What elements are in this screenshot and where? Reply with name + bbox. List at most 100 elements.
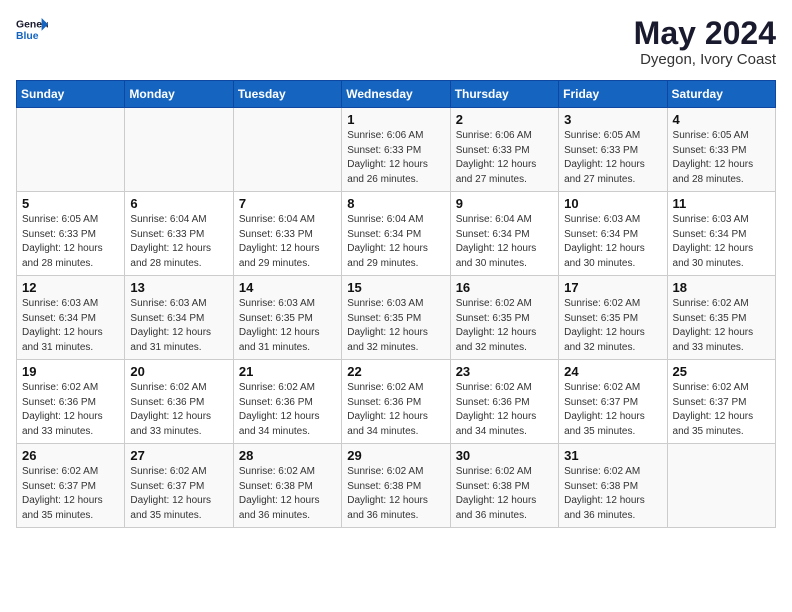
day-number: 26 [22, 448, 119, 463]
cell-info: Sunrise: 6:02 AMSunset: 6:38 PMDaylight:… [239, 465, 336, 523]
day-number: 7 [239, 196, 336, 211]
day-number: 21 [239, 364, 336, 379]
cell-info: Sunrise: 6:03 AMSunset: 6:34 PMDaylight:… [22, 297, 119, 355]
month-title: May 2024 [634, 16, 776, 51]
calendar-week-4: 19 Sunrise: 6:02 AMSunset: 6:36 PMDayligh… [17, 360, 776, 444]
cell-info: Sunrise: 6:02 AMSunset: 6:38 PMDaylight:… [564, 465, 661, 523]
calendar-cell: 18 Sunrise: 6:02 AMSunset: 6:35 PMDayligh… [667, 276, 775, 360]
calendar-cell: 8 Sunrise: 6:04 AMSunset: 6:34 PMDaylight… [342, 192, 450, 276]
calendar-cell: 17Sunrise: 6:02 AMSunset: 6:35 PMDayligh… [559, 276, 667, 360]
calendar-cell: 27 Sunrise: 6:02 AMSunset: 6:37 PMDayligh… [125, 444, 233, 528]
calendar-cell: 6 Sunrise: 6:04 AMSunset: 6:33 PMDaylight… [125, 192, 233, 276]
calendar-cell: 19 Sunrise: 6:02 AMSunset: 6:36 PMDayligh… [17, 360, 125, 444]
calendar-week-2: 5Sunrise: 6:05 AMSunset: 6:33 PMDaylight… [17, 192, 776, 276]
cell-info: Sunrise: 6:05 AMSunset: 6:33 PMDaylight:… [564, 129, 661, 187]
calendar-week-3: 12 Sunrise: 6:03 AMSunset: 6:34 PMDayligh… [17, 276, 776, 360]
calendar-cell: 30Sunrise: 6:02 AMSunset: 6:38 PMDayligh… [450, 444, 558, 528]
calendar-cell: 26 Sunrise: 6:02 AMSunset: 6:37 PMDayligh… [17, 444, 125, 528]
day-number: 28 [239, 448, 336, 463]
day-number: 10 [564, 196, 661, 211]
cell-info: Sunrise: 6:02 AMSunset: 6:35 PMDaylight:… [456, 297, 553, 355]
weekday-header-row: SundayMondayTuesdayWednesdayThursdayFrid… [17, 81, 776, 108]
calendar-week-5: 26 Sunrise: 6:02 AMSunset: 6:37 PMDayligh… [17, 444, 776, 528]
calendar-cell: 7 Sunrise: 6:04 AMSunset: 6:33 PMDaylight… [233, 192, 341, 276]
calendar-cell: 9 Sunrise: 6:04 AMSunset: 6:34 PMDaylight… [450, 192, 558, 276]
cell-info: Sunrise: 6:03 AMSunset: 6:35 PMDaylight:… [347, 297, 444, 355]
calendar-cell: 10 Sunrise: 6:03 AMSunset: 6:34 PMDayligh… [559, 192, 667, 276]
calendar-cell: 25Sunrise: 6:02 AMSunset: 6:37 PMDayligh… [667, 360, 775, 444]
cell-info: Sunrise: 6:04 AMSunset: 6:34 PMDaylight:… [456, 213, 553, 271]
day-number: 6 [130, 196, 227, 211]
weekday-wednesday: Wednesday [342, 81, 450, 108]
day-number: 5 [22, 196, 119, 211]
calendar-cell: 2 Sunrise: 6:06 AMSunset: 6:33 PMDaylight… [450, 108, 558, 192]
cell-info: Sunrise: 6:04 AMSunset: 6:33 PMDaylight:… [239, 213, 336, 271]
calendar-table: SundayMondayTuesdayWednesdayThursdayFrid… [16, 80, 776, 528]
calendar-cell: 20 Sunrise: 6:02 AMSunset: 6:36 PMDayligh… [125, 360, 233, 444]
calendar-week-1: 1Sunrise: 6:06 AMSunset: 6:33 PMDaylight… [17, 108, 776, 192]
day-number: 8 [347, 196, 444, 211]
calendar-cell: 23 Sunrise: 6:02 AMSunset: 6:36 PMDayligh… [450, 360, 558, 444]
day-number: 18 [673, 280, 770, 295]
day-number: 14 [239, 280, 336, 295]
calendar-cell: 28 Sunrise: 6:02 AMSunset: 6:38 PMDayligh… [233, 444, 341, 528]
cell-info: Sunrise: 6:02 AMSunset: 6:37 PMDaylight:… [564, 381, 661, 439]
day-number: 9 [456, 196, 553, 211]
location: Dyegon, Ivory Coast [634, 51, 776, 68]
cell-info: Sunrise: 6:04 AMSunset: 6:34 PMDaylight:… [347, 213, 444, 271]
weekday-friday: Friday [559, 81, 667, 108]
weekday-saturday: Saturday [667, 81, 775, 108]
calendar-cell: 11 Sunrise: 6:03 AMSunset: 6:34 PMDayligh… [667, 192, 775, 276]
calendar-cell: 15 Sunrise: 6:03 AMSunset: 6:35 PMDayligh… [342, 276, 450, 360]
logo: General Blue [16, 16, 48, 44]
calendar-cell: 16Sunrise: 6:02 AMSunset: 6:35 PMDayligh… [450, 276, 558, 360]
cell-info: Sunrise: 6:02 AMSunset: 6:38 PMDaylight:… [347, 465, 444, 523]
cell-info: Sunrise: 6:02 AMSunset: 6:35 PMDaylight:… [564, 297, 661, 355]
cell-info: Sunrise: 6:02 AMSunset: 6:35 PMDaylight:… [673, 297, 770, 355]
cell-info: Sunrise: 6:02 AMSunset: 6:37 PMDaylight:… [22, 465, 119, 523]
calendar-cell [125, 108, 233, 192]
day-number: 11 [673, 196, 770, 211]
svg-text:Blue: Blue [16, 31, 39, 42]
calendar-cell: 22 Sunrise: 6:02 AMSunset: 6:36 PMDayligh… [342, 360, 450, 444]
calendar-cell [17, 108, 125, 192]
day-number: 19 [22, 364, 119, 379]
cell-info: Sunrise: 6:02 AMSunset: 6:37 PMDaylight:… [130, 465, 227, 523]
calendar-cell: 14 Sunrise: 6:03 AMSunset: 6:35 PMDayligh… [233, 276, 341, 360]
day-number: 23 [456, 364, 553, 379]
day-number: 31 [564, 448, 661, 463]
weekday-thursday: Thursday [450, 81, 558, 108]
cell-info: Sunrise: 6:02 AMSunset: 6:36 PMDaylight:… [347, 381, 444, 439]
cell-info: Sunrise: 6:02 AMSunset: 6:36 PMDaylight:… [22, 381, 119, 439]
cell-info: Sunrise: 6:06 AMSunset: 6:33 PMDaylight:… [347, 129, 444, 187]
day-number: 12 [22, 280, 119, 295]
day-number: 27 [130, 448, 227, 463]
cell-info: Sunrise: 6:02 AMSunset: 6:37 PMDaylight:… [673, 381, 770, 439]
day-number: 15 [347, 280, 444, 295]
cell-info: Sunrise: 6:02 AMSunset: 6:38 PMDaylight:… [456, 465, 553, 523]
cell-info: Sunrise: 6:02 AMSunset: 6:36 PMDaylight:… [456, 381, 553, 439]
cell-info: Sunrise: 6:02 AMSunset: 6:36 PMDaylight:… [130, 381, 227, 439]
cell-info: Sunrise: 6:03 AMSunset: 6:34 PMDaylight:… [673, 213, 770, 271]
calendar-cell: 4Sunrise: 6:05 AMSunset: 6:33 PMDaylight… [667, 108, 775, 192]
cell-info: Sunrise: 6:03 AMSunset: 6:34 PMDaylight:… [130, 297, 227, 355]
weekday-monday: Monday [125, 81, 233, 108]
calendar-cell: 3 Sunrise: 6:05 AMSunset: 6:33 PMDaylight… [559, 108, 667, 192]
cell-info: Sunrise: 6:04 AMSunset: 6:33 PMDaylight:… [130, 213, 227, 271]
calendar-cell [667, 444, 775, 528]
day-number: 24 [564, 364, 661, 379]
day-number: 20 [130, 364, 227, 379]
calendar-cell: 13 Sunrise: 6:03 AMSunset: 6:34 PMDayligh… [125, 276, 233, 360]
day-number: 13 [130, 280, 227, 295]
calendar-cell: 29 Sunrise: 6:02 AMSunset: 6:38 PMDayligh… [342, 444, 450, 528]
day-number: 4 [673, 112, 770, 127]
cell-info: Sunrise: 6:02 AMSunset: 6:36 PMDaylight:… [239, 381, 336, 439]
weekday-sunday: Sunday [17, 81, 125, 108]
day-number: 29 [347, 448, 444, 463]
day-number: 2 [456, 112, 553, 127]
cell-info: Sunrise: 6:06 AMSunset: 6:33 PMDaylight:… [456, 129, 553, 187]
cell-info: Sunrise: 6:03 AMSunset: 6:35 PMDaylight:… [239, 297, 336, 355]
cell-info: Sunrise: 6:03 AMSunset: 6:34 PMDaylight:… [564, 213, 661, 271]
day-number: 3 [564, 112, 661, 127]
day-number: 22 [347, 364, 444, 379]
